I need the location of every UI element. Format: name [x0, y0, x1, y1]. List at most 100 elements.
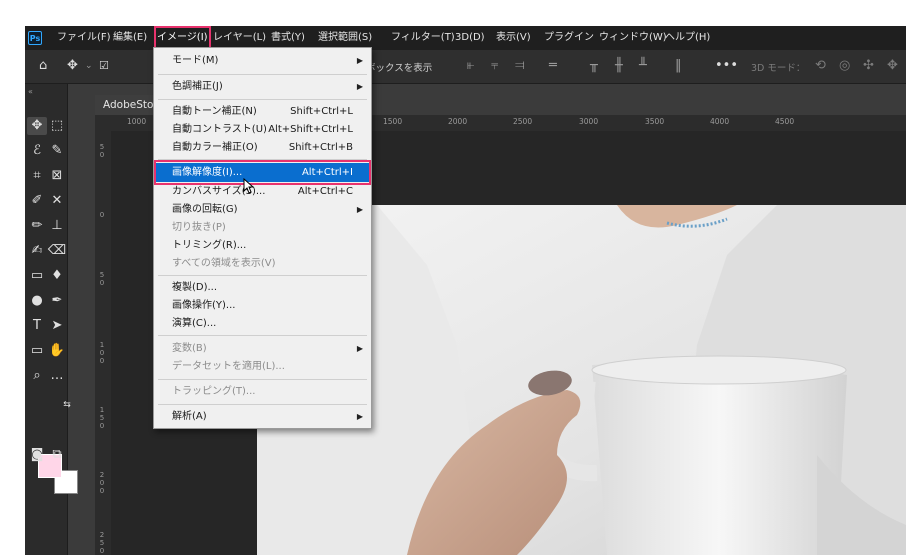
history-brush-tool-icon[interactable]: ✍: [27, 242, 47, 260]
align-center-icon[interactable]: ⫧: [491, 58, 498, 74]
menu-plugins[interactable]: プラグイン: [544, 26, 594, 50]
menu-item-image-rotation[interactable]: 画像の回転(G) ▶: [154, 200, 371, 219]
menu-separator: [158, 335, 367, 336]
3d-mode-label: 3D モード：: [751, 63, 806, 74]
menu-item-variables: 変数(B) ▶: [154, 339, 371, 358]
ruler-label: 5 0: [99, 271, 105, 287]
ruler-label: 4500: [775, 117, 795, 126]
3d-roll-icon[interactable]: ◎: [839, 58, 850, 74]
3d-pan-icon[interactable]: ✣: [863, 58, 874, 74]
menu-item-trim[interactable]: トリミング(R)...: [154, 236, 371, 255]
dodge-tool-icon[interactable]: ●: [27, 292, 47, 310]
menu-separator: [158, 404, 367, 405]
image-menu-dropdown: モード(M) ▶ 色調補正(J) ▶ 自動トーン補正(N) Shift+Ctrl…: [153, 47, 372, 429]
tools-panel: « ✥ ⬚ ℰ ✎ ⌗ ⊠ ✐ ✕ ✏ ⊥ ✍ ⌫ ▭ ♦ ● ✒ T ➤ ▭ …: [25, 84, 78, 555]
shape-tool-icon[interactable]: ▭: [27, 342, 47, 360]
mouse-pointer-icon: [243, 178, 255, 194]
menu-separator: [158, 379, 367, 380]
document-tab-title: AdobeSto: [103, 99, 154, 111]
stamp-tool-icon[interactable]: ⊥: [47, 217, 67, 235]
home-icon[interactable]: ⌂: [39, 58, 47, 74]
chevron-down-icon[interactable]: ⌄: [85, 58, 93, 74]
menu-file[interactable]: ファイル(F): [57, 26, 111, 50]
ruler-label: 1 0 0: [99, 341, 105, 365]
pen-tool-icon[interactable]: ✒: [47, 292, 67, 310]
menu-item-duplicate[interactable]: 複製(D)...: [154, 278, 371, 297]
menu-item-calculations[interactable]: 演算(C)...: [154, 314, 371, 333]
menu-view[interactable]: 表示(V): [496, 26, 531, 50]
ruler-label: 1000: [127, 117, 147, 126]
screen-mode-icon[interactable]: ⧉: [47, 446, 67, 464]
blur-tool-icon[interactable]: ♦: [47, 267, 67, 285]
ruler-label: 1500: [383, 117, 403, 126]
3d-slide-icon[interactable]: ✥: [887, 58, 898, 74]
ruler-label: 5 0: [99, 143, 105, 159]
submenu-arrow-icon: ▶: [356, 205, 363, 214]
menu-item-apply-image[interactable]: 画像操作(Y)...: [154, 296, 371, 315]
quick-select-tool-icon[interactable]: ✎: [47, 142, 67, 160]
move-tool-icon[interactable]: ✥: [27, 117, 47, 135]
align-left-icon[interactable]: ⫦: [467, 58, 474, 74]
ruler-label: 4000: [710, 117, 730, 126]
menu-help[interactable]: ヘルプ(H): [665, 26, 710, 50]
zoom-tool-icon[interactable]: ⌕: [27, 367, 47, 385]
distribute-icon[interactable]: ═: [549, 58, 557, 74]
type-tool-icon[interactable]: T: [27, 317, 47, 335]
swap-colors-icon[interactable]: ⇆: [61, 396, 73, 414]
collapse-panel-icon[interactable]: «: [28, 87, 33, 96]
quick-mask-icon[interactable]: ◙: [27, 446, 47, 464]
hand-tool-icon[interactable]: ✋: [47, 342, 67, 360]
ruler-label: 2000: [448, 117, 468, 126]
move-tool-icon[interactable]: ✥: [67, 58, 78, 74]
submenu-arrow-icon: ▶: [356, 56, 363, 65]
eyedropper-tool-icon[interactable]: ✐: [27, 192, 47, 210]
menu-item-canvas-size[interactable]: カンバスサイズ(S)... Alt+Ctrl+C: [154, 182, 371, 201]
menu-edit[interactable]: 編集(E): [113, 26, 147, 50]
menu-item-apply-data-set: データセットを適用(L)...: [172, 361, 285, 372]
ruler-vertical: 5 0 0 5 0 1 0 0 1 5 0 2 0 0 2 5 0: [95, 131, 112, 555]
menu-window[interactable]: ウィンドウ(W): [599, 26, 667, 50]
document-tab[interactable]: AdobeSto: [95, 95, 162, 115]
crop-tool-icon[interactable]: ⌗: [27, 167, 47, 185]
menu-filter[interactable]: フィルター(T): [391, 26, 455, 50]
align-right-icon[interactable]: ⫤: [515, 58, 525, 74]
menu-item-auto-contrast[interactable]: 自動コントラスト(U) Alt+Shift+Ctrl+L: [154, 120, 371, 139]
align-middle-icon[interactable]: ╫: [615, 58, 623, 74]
eraser-tool-icon[interactable]: ⌫: [47, 242, 67, 260]
lasso-tool-icon[interactable]: ℰ: [27, 142, 47, 160]
submenu-arrow-icon: ▶: [356, 82, 363, 91]
menu-separator: [158, 99, 367, 100]
menu-item-auto-color[interactable]: 自動カラー補正(O) Shift+Ctrl+B: [154, 138, 371, 157]
more-options-icon[interactable]: •••: [715, 58, 738, 74]
submenu-arrow-icon: ▶: [356, 412, 363, 421]
ruler-label: 3000: [579, 117, 599, 126]
gradient-tool-icon[interactable]: ▭: [27, 267, 47, 285]
menu-item-analysis[interactable]: 解析(A) ▶: [154, 407, 371, 426]
ruler-label: 2 5 0: [99, 531, 105, 555]
screenshot-frame: Ps ファイル(F) 編集(E) イメージ(I) レイヤー(L) 書式(Y) 選…: [0, 0, 906, 555]
menu-3d[interactable]: 3D(D): [455, 26, 485, 50]
align-top-icon[interactable]: ╥: [590, 58, 598, 74]
menu-separator: [158, 74, 367, 75]
menu-item-crop: 切り抜き(P): [172, 222, 226, 233]
menu-item-trap: トラッピング(T)...: [172, 386, 256, 397]
menu-item-mode[interactable]: モード(M) ▶: [154, 51, 371, 70]
marquee-tool-icon[interactable]: ⬚: [47, 117, 67, 135]
ruler-label: 0: [99, 211, 105, 219]
brush-tool-icon[interactable]: ✏: [27, 217, 47, 235]
auto-select-checkbox-icon[interactable]: ☑: [99, 58, 109, 74]
align-bottom-icon[interactable]: ╨: [639, 58, 647, 74]
menu-item-adjustments[interactable]: 色調補正(J) ▶: [154, 77, 371, 96]
menu-separator: [158, 275, 367, 276]
photoshop-logo-icon: Ps: [28, 31, 42, 45]
frame-tool-icon[interactable]: ⊠: [47, 167, 67, 185]
ruler-label: 2500: [513, 117, 533, 126]
distribute-vertical-icon[interactable]: ‖: [675, 58, 682, 74]
more-tools-icon[interactable]: …: [47, 367, 67, 385]
3d-orbit-icon[interactable]: ⟲: [815, 58, 826, 74]
path-select-tool-icon[interactable]: ➤: [47, 317, 67, 335]
menu-item-auto-tone[interactable]: 自動トーン補正(N) Shift+Ctrl+L: [154, 102, 371, 121]
menu-item-reveal-all: すべての領域を表示(V): [172, 258, 276, 269]
healing-tool-icon[interactable]: ✕: [47, 192, 67, 210]
ruler-label: 3500: [645, 117, 665, 126]
